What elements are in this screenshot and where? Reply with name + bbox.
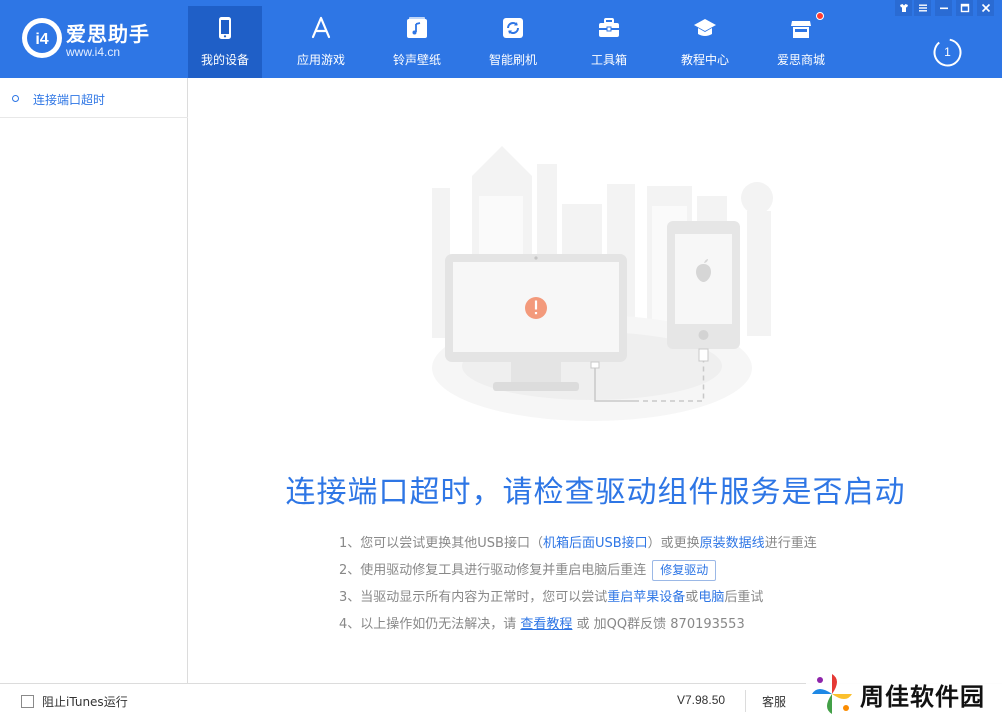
download-manager-button[interactable]: 1 [933, 38, 962, 67]
skin-icon [900, 4, 908, 12]
restart-device-link[interactable]: 重启苹果设备 [607, 590, 685, 605]
tip-4: 4、以上操作如仍无法解决，请 查看教程 或 加QQ群反馈 870193553 [339, 611, 899, 638]
tip-3: 3、当驱动显示所有内容为正常时，您可以尝试重启苹果设备或电脑后重试 [339, 584, 899, 611]
tip-text: 后重试 [724, 590, 764, 605]
close-button[interactable] [977, 0, 994, 16]
maximize-button[interactable] [956, 0, 973, 16]
app-store-icon [311, 16, 331, 39]
tip-2: 2、使用驱动修复工具进行驱动修复并重启电脑后重连 修复驱动 [339, 557, 899, 584]
troubleshooting-tips: 1、您可以尝试更换其他USB接口（机箱后面USB接口）或更换原装数据线进行重连 … [339, 530, 899, 638]
tip-text: 1、您可以尝试更换其他USB接口（ [339, 536, 543, 551]
shop-icon [791, 21, 811, 38]
close-icon [981, 3, 991, 13]
refresh-icon [503, 18, 523, 38]
minimize-button[interactable] [935, 0, 952, 16]
graduation-cap-icon [694, 19, 716, 36]
watermark: 周佳软件园 [806, 668, 1002, 718]
sidebar-item-connection-timeout[interactable]: 连接端口超时 [0, 78, 188, 118]
nav-ringtones-wallpapers[interactable]: 铃声壁纸 [380, 6, 454, 78]
sidebar-item-label: 连接端口超时 [33, 93, 106, 107]
main-nav: 我的设备 应用游戏 铃声壁纸 智能刷机 工具箱 教程中心 爱思商城 [188, 6, 860, 78]
menu-button[interactable] [914, 0, 931, 16]
customer-service-button[interactable]: 客服 [762, 693, 786, 710]
block-itunes-checkbox[interactable] [21, 695, 34, 708]
nav-label: 爱思商城 [776, 53, 825, 67]
tip-text: 3、当驱动显示所有内容为正常时，您可以尝试 [339, 590, 608, 605]
tip-text: 进行重连 [764, 536, 817, 551]
original-cable-link[interactable]: 原装数据线 [700, 536, 765, 551]
watermark-text: 周佳软件园 [860, 683, 985, 711]
tip-1: 1、您可以尝试更换其他USB接口（机箱后面USB接口）或更换原装数据线进行重连 [339, 530, 899, 557]
tip-text: 或 加QQ群反馈 870193553 [572, 617, 745, 632]
usb-port-link[interactable]: 机箱后面USB接口 [543, 536, 648, 551]
nav-label: 我的设备 [200, 53, 249, 67]
restart-computer-link[interactable]: 电脑 [698, 590, 724, 605]
logo-glyph: i4 [35, 31, 48, 48]
divider [745, 690, 746, 712]
connection-error-illustration [432, 146, 773, 421]
nav-smart-flash[interactable]: 智能刷机 [476, 6, 550, 78]
sidebar: 连接端口超时 [0, 78, 188, 683]
app-url: www.i4.cn [66, 45, 121, 59]
notification-badge [816, 12, 824, 20]
maximize-icon [960, 3, 970, 13]
block-itunes-label[interactable]: 阻止iTunes运行 [42, 693, 128, 710]
repair-driver-button[interactable]: 修复驱动 [652, 560, 717, 581]
version-label: V7.98.50 [677, 693, 726, 707]
pinwheel-logo-icon [812, 674, 852, 714]
tip-text: 或 [685, 590, 699, 605]
nav-label: 教程中心 [680, 53, 729, 67]
bullet-icon [12, 95, 19, 102]
nav-label: 铃声壁纸 [392, 53, 441, 67]
tip-text: 2、使用驱动修复工具进行驱动修复并重启电脑后重连 [339, 563, 647, 578]
error-headline: 连接端口超时，请检查驱动组件服务是否启动 [285, 475, 906, 510]
nav-shop[interactable]: 爱思商城 [764, 6, 838, 78]
nav-label: 智能刷机 [488, 53, 537, 67]
skin-button[interactable] [895, 0, 912, 16]
top-bar: i4 爱思助手 www.i4.cn 我的设备 应用游戏 铃声壁纸 智能刷机 工具… [0, 0, 1002, 78]
app-name: 爱思助手 [66, 22, 150, 46]
nav-apps-games[interactable]: 应用游戏 [284, 6, 358, 78]
logo-badge-icon: i4 [22, 18, 62, 58]
menu-icon [919, 4, 927, 12]
nav-label: 工具箱 [590, 53, 627, 67]
nav-toolbox[interactable]: 工具箱 [572, 6, 646, 78]
tip-text: ）或更换 [647, 536, 700, 551]
view-tutorial-link[interactable]: 查看教程 [520, 617, 572, 632]
nav-my-device[interactable]: 我的设备 [188, 6, 262, 78]
download-count: 1 [944, 45, 951, 59]
phone-icon [219, 17, 231, 39]
main-content: 连接端口超时，请检查驱动组件服务是否启动 1、您可以尝试更换其他USB接口（机箱… [189, 78, 1002, 683]
tip-text: 4、以上操作如仍无法解决，请 [339, 617, 521, 632]
music-icon [407, 17, 427, 38]
nav-tutorials[interactable]: 教程中心 [668, 6, 742, 78]
minimize-icon [940, 7, 948, 10]
app-logo[interactable]: i4 爱思助手 www.i4.cn [22, 16, 162, 64]
nav-label: 应用游戏 [296, 53, 345, 67]
toolbox-icon [599, 18, 619, 37]
